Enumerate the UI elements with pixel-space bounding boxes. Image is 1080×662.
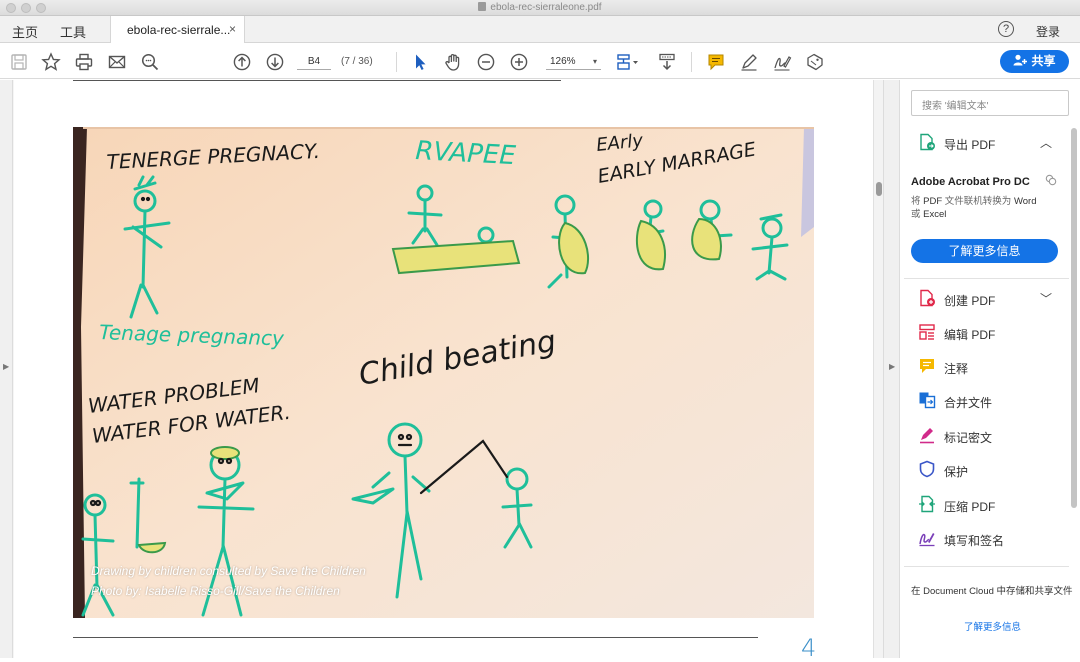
tools-search-input[interactable]: 搜索 '编辑文本' <box>911 90 1069 116</box>
print-icon[interactable] <box>74 52 94 72</box>
chevron-down-icon[interactable]: ﹀ <box>1040 290 1052 307</box>
email-icon[interactable] <box>107 52 127 72</box>
comment-icon <box>918 357 936 375</box>
desc-part: 将 <box>911 196 921 207</box>
zoom-level-value: 126% <box>550 56 576 67</box>
photo-caption-line1: Drawing by children consulted by Save th… <box>91 564 366 578</box>
acrobat-pro-title: Adobe Acrobat Pro DC <box>911 176 1030 188</box>
page-rule-top <box>73 80 561 81</box>
zoom-in-icon[interactable] <box>509 52 529 72</box>
fill-sign-icon <box>918 529 936 547</box>
combine-files-label: 合并文件 <box>944 396 993 410</box>
pane-divider <box>904 278 1069 279</box>
hand-tool-icon[interactable] <box>443 52 463 72</box>
desc-part: Word <box>1013 196 1037 207</box>
chevron-right-icon: ▶ <box>889 362 896 371</box>
document-scrollbar[interactable] <box>873 80 883 658</box>
edit-pdf-label: 编辑 PDF <box>944 328 996 342</box>
search-zoom-icon[interactable] <box>140 52 160 72</box>
export-pdf-icon <box>918 133 936 151</box>
chevron-right-icon: ▶ <box>3 362 10 371</box>
acrobat-pro-description: 将 PDF 文件联机转换为 Word 或 Excel <box>911 195 1061 221</box>
document-cloud-icon <box>1045 173 1057 186</box>
document-cloud-text: 在 Document Cloud 中存储和共享文件 <box>911 586 1073 597</box>
page-number-input[interactable]: B4 <box>297 54 331 70</box>
login-link[interactable]: 登录 <box>1036 23 1060 40</box>
desc-part: Excel <box>923 209 947 220</box>
compress-pdf-label: 压缩 PDF <box>944 500 996 514</box>
highlight-pen-icon[interactable] <box>739 52 759 72</box>
page-fit-icon[interactable] <box>615 52 641 72</box>
previous-page-icon[interactable] <box>232 52 252 72</box>
nav-home[interactable]: 主页 <box>12 22 38 41</box>
select-cursor-icon[interactable] <box>410 52 430 72</box>
toolbar: B4 (7 / 36) 126% ▾ <box>0 44 1080 79</box>
toolbar-divider <box>396 52 397 72</box>
protect-icon <box>918 460 936 478</box>
page-rule-bottom <box>73 637 758 638</box>
create-pdf-label: 创建 PDF <box>944 294 996 308</box>
help-icon[interactable]: ? <box>998 21 1014 37</box>
next-page-icon[interactable] <box>265 52 285 72</box>
compress-pdf-icon <box>918 495 936 513</box>
chevron-down-icon: ▾ <box>592 57 597 66</box>
export-pdf-label: 导出 PDF <box>944 138 996 152</box>
document-cloud-learn-more-link[interactable]: 了解更多信息 <box>964 619 1021 633</box>
bookmark-star-icon[interactable] <box>41 52 61 72</box>
combine-files-icon <box>918 391 936 409</box>
share-button[interactable]: 共享 <box>1000 50 1069 73</box>
share-button-label: 共享 <box>1031 54 1056 68</box>
chevron-up-icon[interactable]: ︿ <box>1040 134 1052 151</box>
document-scrollbar-thumb[interactable] <box>876 182 882 196</box>
document-icon <box>478 2 487 11</box>
redact-label: 标记密文 <box>944 431 993 445</box>
edit-pdf-icon <box>918 323 936 341</box>
photo-caption-line2: Photo by: Isabelle Risso-Gill/Save the C… <box>91 584 340 598</box>
pane-divider <box>904 566 1069 567</box>
desc-part: PDF <box>923 196 943 207</box>
drawing-text-rape: RVAPEE <box>415 136 517 171</box>
redact-icon <box>918 426 936 444</box>
right-pane-toggle[interactable]: ▶ <box>883 80 900 658</box>
page-count: (7 / 36) <box>341 56 373 67</box>
comment-tool-icon[interactable] <box>706 52 726 72</box>
toolbar-divider <box>691 52 692 72</box>
document-tab[interactable]: ebola-rec-sierrale... × <box>110 16 245 43</box>
save-icon[interactable] <box>9 52 29 72</box>
tab-bar: 主页 工具 ebola-rec-sierrale... × <box>0 16 1080 43</box>
tools-pane-scrollbar[interactable] <box>1071 128 1077 508</box>
children-drawing-photo: TENERGE PREGNACY. RVAPEE EArly EARLY MAR… <box>73 127 814 618</box>
left-pane-toggle[interactable]: ▶ <box>0 80 13 658</box>
learn-more-button[interactable]: 了解更多信息 <box>911 239 1058 263</box>
desc-part: 或 <box>911 209 921 220</box>
comment-label: 注释 <box>944 362 969 376</box>
tag-stamp-icon[interactable] <box>805 52 825 72</box>
create-pdf-icon <box>918 289 936 307</box>
sign-icon[interactable] <box>772 52 792 72</box>
window-title-bar: ebola-rec-sierraleone.pdf <box>0 0 1080 16</box>
window-title: ebola-rec-sierraleone.pdf <box>0 2 1080 13</box>
zoom-level-select[interactable]: 126% ▾ <box>546 54 601 70</box>
fill-sign-label: 填写和签名 <box>944 534 1005 548</box>
nav-tools[interactable]: 工具 <box>60 22 86 41</box>
desc-part: 文件联机转换为 <box>944 196 1012 207</box>
zoom-out-icon[interactable] <box>476 52 496 72</box>
add-user-icon <box>1013 51 1028 66</box>
scroll-mode-icon[interactable] <box>657 52 677 72</box>
document-tab-label: ebola-rec-sierrale... <box>127 23 231 37</box>
close-tab-icon[interactable]: × <box>229 22 236 36</box>
protect-label: 保护 <box>944 465 969 479</box>
